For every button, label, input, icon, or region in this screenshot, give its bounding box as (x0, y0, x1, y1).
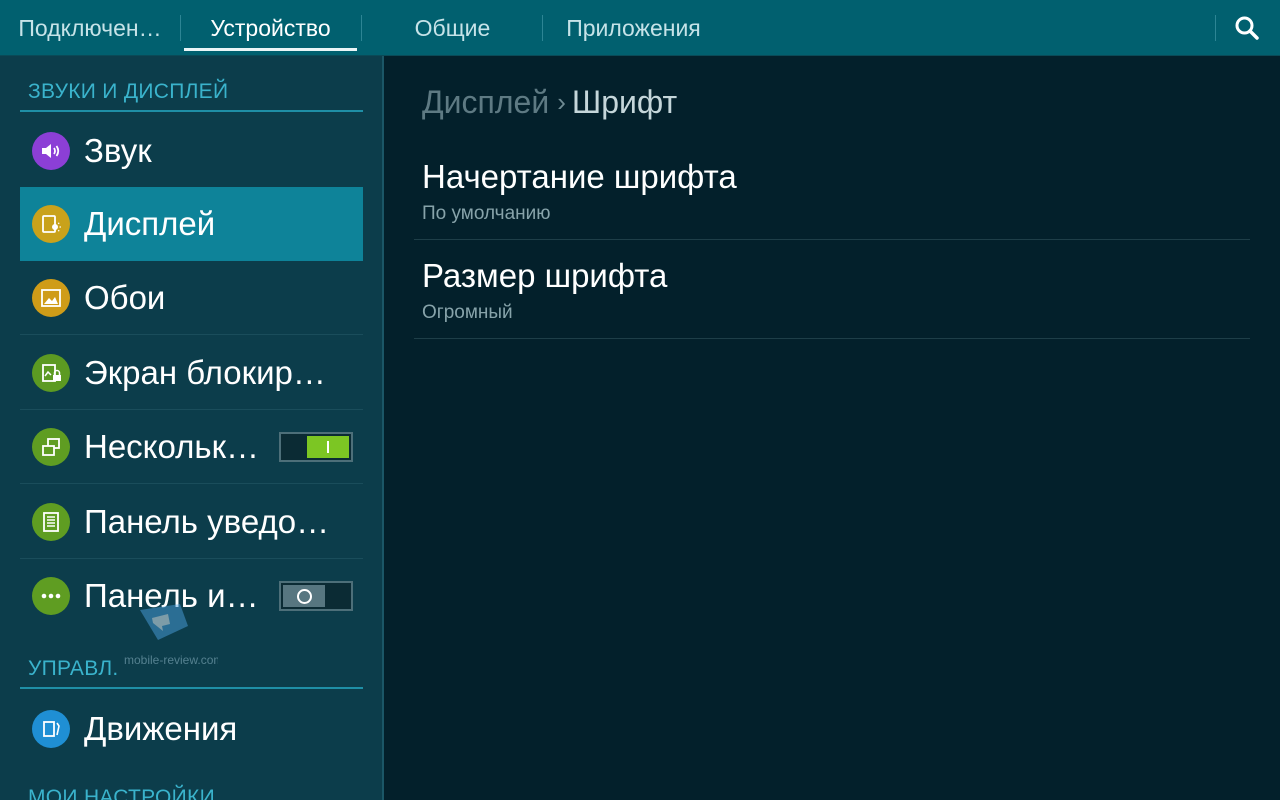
tab-connections-label: Подключен… (18, 14, 162, 41)
sidebar-item-sound[interactable]: Звук (20, 114, 363, 188)
sidebar-item-lock-screen[interactable]: Экран блокир… (20, 336, 363, 410)
sidebar-item-notification-panel[interactable]: Панель уведо… (20, 485, 363, 559)
top-tab-bar: Подключен… Устройство Общие Приложения (0, 0, 1280, 56)
sidebar-item-label: Нескольк… (84, 427, 260, 465)
section-header-sound-display: ЗВУКИ И ДИСПЛЕЙ (20, 76, 363, 112)
sidebar-item-multi-window[interactable]: Нескольк… (20, 410, 363, 484)
sidebar-item-label: Экран блокир… (84, 353, 326, 391)
detail-pane: Дисплей › Шрифт Начертание шрифта По умо… (384, 56, 1280, 800)
tab-general[interactable]: Общие (365, 0, 540, 56)
tab-general-label: Общие (414, 14, 491, 41)
search-icon (1235, 16, 1259, 40)
setting-value: Огромный (422, 302, 513, 323)
motion-icon (32, 710, 70, 748)
active-tab-indicator (184, 48, 357, 51)
display-icon (32, 204, 70, 243)
tab-device-label: Устройство (210, 14, 331, 41)
toolbox-toggle[interactable] (279, 581, 353, 611)
sidebar-item-label: Панель и… (84, 577, 259, 614)
multi-window-toggle[interactable] (279, 431, 353, 462)
lock-screen-icon (32, 353, 70, 392)
search-button[interactable] (1222, 4, 1272, 52)
tab-divider (180, 15, 181, 41)
tab-divider (361, 15, 362, 41)
sidebar-item-label: Звук (84, 131, 152, 169)
breadcrumb-parent[interactable]: Дисплей (422, 84, 549, 121)
toggle-knob (283, 585, 325, 607)
font-style-setting[interactable]: Начертание шрифта По умолчанию (414, 142, 1250, 240)
sidebar-item-label: Обои (84, 278, 166, 316)
setting-title: Начертание шрифта (422, 158, 737, 195)
breadcrumb-current: Шрифт (571, 83, 678, 120)
sidebar-item-display[interactable]: Дисплей (20, 187, 363, 261)
notification-panel-icon (32, 502, 70, 541)
sidebar-item-wallpaper[interactable]: Обои (20, 261, 363, 335)
tab-device[interactable]: Устройство (184, 0, 357, 56)
sidebar-item-label: Движения (84, 710, 238, 747)
sidebar-item-toolbox-panel[interactable]: Панель и… (20, 559, 363, 633)
tab-divider (1215, 15, 1216, 41)
sidebar-item-motions[interactable]: Движения (20, 692, 363, 766)
tab-connections[interactable]: Подключен… (0, 0, 180, 56)
breadcrumb: Дисплей › Шрифт (422, 80, 677, 124)
tab-applications[interactable]: Приложения (546, 0, 721, 56)
image-icon (32, 278, 70, 317)
speaker-icon (32, 131, 70, 170)
setting-value: По умолчанию (422, 203, 551, 224)
sidebar-item-label: Дисплей (84, 204, 216, 242)
tab-divider (542, 15, 543, 41)
sidebar-item-label: Панель уведо… (84, 502, 330, 540)
font-size-setting[interactable]: Размер шрифта Огромный (414, 241, 1250, 339)
settings-sidebar[interactable]: ЗВУКИ И ДИСПЛЕЙ Звук Дисплей Обои Экран … (0, 56, 384, 800)
tab-applications-label: Приложения (566, 14, 701, 41)
more-icon (32, 577, 70, 615)
section-header-my-settings: МОИ НАСТРОЙКИ (28, 786, 215, 800)
multi-window-icon (32, 427, 70, 466)
toggle-knob (307, 435, 349, 458)
setting-title: Размер шрифта (422, 257, 668, 294)
section-header-control: УПРАВЛ. (20, 653, 363, 689)
breadcrumb-separator-icon: › (557, 86, 566, 117)
